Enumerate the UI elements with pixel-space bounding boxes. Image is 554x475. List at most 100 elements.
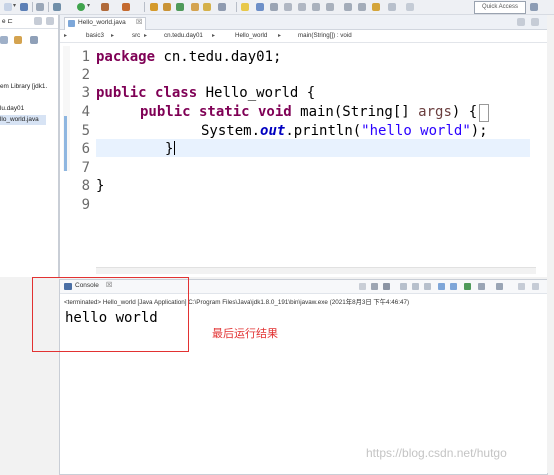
code-line-3[interactable]: public class Hello_world { [96, 84, 315, 102]
line-number: 9 [81, 197, 90, 213]
code-text: cn.tedu.day01; [155, 49, 282, 65]
package-explorer-title: e ⊏ [2, 18, 13, 25]
maximize-icon[interactable] [46, 17, 54, 25]
show-on-error-icon[interactable] [450, 283, 457, 290]
java-file-icon [68, 20, 75, 27]
maximize-icon[interactable] [531, 18, 539, 26]
back-icon[interactable] [388, 3, 396, 11]
dropdown-arrow-icon[interactable]: ▾ [13, 2, 16, 9]
word-wrap-icon[interactable] [424, 283, 431, 290]
line-number: 2 [81, 67, 90, 83]
debug-icon[interactable] [53, 3, 61, 11]
toggle-mark-occurrences-icon[interactable] [241, 3, 249, 11]
code-text: ); [470, 123, 488, 139]
search-icon[interactable] [218, 3, 226, 11]
run-dropdown-icon[interactable]: ▾ [87, 2, 90, 9]
new-java-project-icon[interactable] [150, 3, 158, 11]
scroll-lock-icon[interactable] [412, 283, 419, 290]
display-console-icon[interactable] [478, 283, 485, 290]
annotation-box [32, 277, 189, 352]
code-line-8[interactable]: } [96, 177, 104, 195]
line-number: 7 [81, 160, 90, 176]
horizontal-scrollbar[interactable] [96, 267, 536, 274]
close-icon[interactable]: ☒ [136, 18, 142, 26]
collapse-all-icon[interactable] [0, 36, 8, 44]
package-explorer-header: e ⊏ [0, 15, 58, 29]
quick-access-field[interactable]: Quick Access [474, 1, 526, 14]
toolbar-separator [48, 2, 49, 12]
annotation-icon[interactable] [326, 3, 334, 11]
line-number: 1 [81, 49, 90, 65]
run-icon[interactable] [77, 3, 85, 11]
block-selection-icon[interactable] [270, 3, 278, 11]
line-number: 6 [81, 141, 90, 157]
line-number: 8 [81, 178, 90, 194]
new-class-icon[interactable] [176, 3, 184, 11]
maximize-icon[interactable] [532, 283, 539, 290]
show-on-output-icon[interactable] [438, 283, 445, 290]
code-editor: Hello_world.java ☒ ▸ basic3 ▸ src ▸ cn.t… [59, 15, 548, 277]
chevron-right-icon: ▸ [278, 33, 282, 39]
tree-item-jre-library[interactable]: em Library [jdk1. [0, 83, 47, 90]
keyword: public class [96, 85, 198, 101]
line-number: 3 [81, 85, 90, 101]
minimize-icon[interactable] [517, 18, 525, 26]
chevron-right-icon: ▸ [111, 33, 115, 39]
open-console-icon[interactable] [496, 283, 503, 290]
clear-console-icon[interactable] [400, 283, 407, 290]
open-perspective-icon[interactable] [530, 3, 538, 11]
tab-hello-world-java[interactable]: Hello_world.java ☒ [64, 17, 146, 30]
breadcrumb-project[interactable]: basic3 [86, 32, 104, 39]
previous-annotation-icon[interactable] [358, 3, 366, 11]
last-edit-icon[interactable] [372, 3, 380, 11]
window-edge [547, 15, 554, 473]
next-annotation-icon[interactable] [344, 3, 352, 11]
breadcrumb-class[interactable]: Hello_world [235, 32, 267, 39]
new-package-icon[interactable] [163, 3, 171, 11]
minimize-icon[interactable] [34, 17, 42, 25]
view-menu-icon[interactable] [30, 36, 38, 44]
breadcrumb-method[interactable]: main(String[]) : void [298, 32, 352, 39]
chevron-right-icon: ▸ [212, 33, 216, 39]
minimize-icon[interactable] [518, 283, 525, 290]
code-line-5[interactable]: System.out.println("hello world"); [201, 122, 488, 140]
new-icon[interactable] [4, 3, 12, 11]
coverage-icon[interactable] [122, 3, 130, 11]
remove-launch-icon[interactable] [371, 283, 378, 290]
code-line-4[interactable]: public static void main(String[] args) { [140, 103, 477, 121]
pin-console-icon[interactable] [464, 283, 471, 290]
breadcrumb-package[interactable]: cn.tedu.day01 [164, 32, 203, 39]
quick-diff-marker [64, 116, 67, 171]
code-line-1[interactable]: package cn.tedu.day01; [96, 48, 281, 66]
breadcrumb-src[interactable]: src [132, 32, 140, 39]
pilcrow-icon[interactable] [312, 3, 320, 11]
link-with-editor-icon[interactable] [14, 36, 22, 44]
open-task-icon[interactable] [203, 3, 211, 11]
breadcrumb: ▸ basic3 ▸ src ▸ cn.tedu.day01 ▸ Hello_w… [60, 30, 547, 43]
string-literal: "hello world" [361, 123, 471, 139]
watermark: https://blog.csdn.net/hutgo [366, 446, 507, 460]
chevron-right-icon: ▸ [64, 33, 68, 39]
toggle-highlight-icon[interactable] [256, 3, 264, 11]
code-line-6[interactable]: } [165, 140, 173, 158]
toolbar-separator [32, 2, 33, 12]
tab-label: Hello_world.java [78, 19, 126, 26]
package-explorer: e ⊏ em Library [jdk1. lu.day01 llo_world… [0, 15, 59, 277]
skip-breakpoints-icon[interactable] [36, 3, 44, 11]
external-tools-icon[interactable] [101, 3, 109, 11]
tree-item-package[interactable]: lu.day01 [0, 105, 24, 112]
toolbar-separator [144, 2, 145, 12]
terminate-icon[interactable] [359, 283, 366, 290]
static-field: out [260, 123, 286, 139]
remove-all-launches-icon[interactable] [383, 283, 390, 290]
show-whitespace-icon[interactable] [284, 3, 292, 11]
keyword: package [96, 49, 156, 65]
text-cursor [174, 141, 175, 155]
show-whitespace-icon[interactable] [298, 3, 306, 11]
editor-tabbar: Hello_world.java ☒ [60, 15, 547, 30]
save-icon[interactable] [20, 3, 28, 11]
tree-item-java-file[interactable]: llo_world.java [0, 116, 39, 123]
open-type-icon[interactable] [191, 3, 199, 11]
annotation-text: 最后运行结果 [212, 328, 278, 340]
forward-icon[interactable] [406, 3, 414, 11]
